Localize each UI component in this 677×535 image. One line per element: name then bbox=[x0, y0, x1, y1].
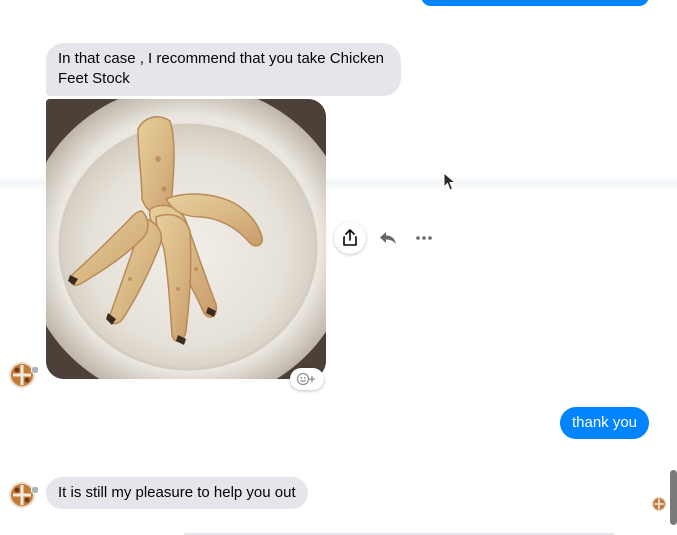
previous-sent-message-bubble[interactable] bbox=[421, 0, 649, 6]
sent-message-bubble[interactable]: thank you bbox=[560, 407, 649, 439]
avatar-status-dot bbox=[31, 486, 39, 494]
chicken-feet-photo bbox=[46, 99, 326, 379]
share-button[interactable] bbox=[334, 222, 366, 254]
seen-indicator-avatar bbox=[652, 497, 666, 511]
chat-thread: In that case , I recommend that you take… bbox=[0, 0, 677, 535]
message-text: thank you bbox=[571, 414, 638, 431]
avatar-image bbox=[652, 497, 666, 511]
scrollbar-thumb[interactable] bbox=[670, 470, 677, 525]
share-icon bbox=[343, 229, 357, 246]
message-text: In that case , I recommend that you take… bbox=[58, 50, 385, 87]
add-reaction-icon bbox=[296, 372, 315, 386]
image-message[interactable] bbox=[46, 99, 326, 379]
message-text: It is still my pleasure to help you out bbox=[58, 484, 296, 501]
received-message-bubble[interactable]: In that case , I recommend that you take… bbox=[46, 43, 401, 96]
avatar-status-dot bbox=[31, 366, 39, 374]
reply-button[interactable] bbox=[376, 226, 400, 250]
more-options-icon bbox=[416, 236, 432, 240]
add-reaction-button[interactable] bbox=[290, 368, 324, 390]
more-options-button[interactable] bbox=[412, 226, 436, 250]
reply-icon bbox=[380, 232, 396, 244]
received-message-bubble[interactable]: It is still my pleasure to help you out bbox=[46, 477, 308, 509]
mouse-cursor-icon bbox=[443, 172, 457, 191]
